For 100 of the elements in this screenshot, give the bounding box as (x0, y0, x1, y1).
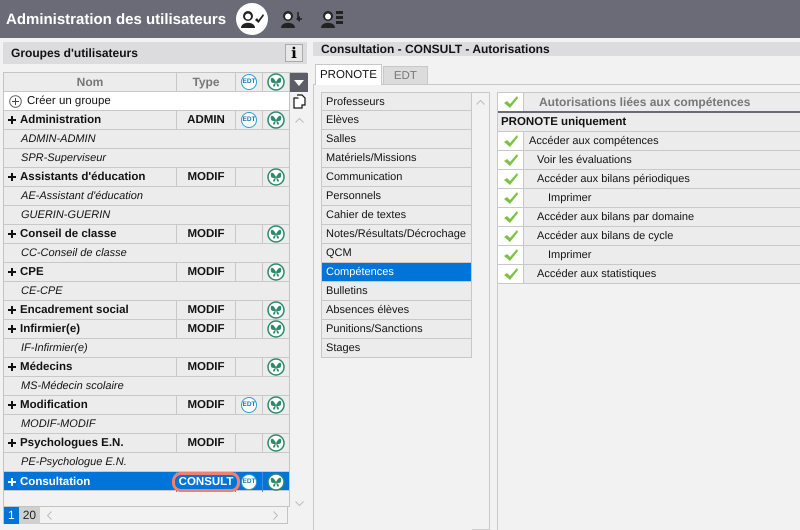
user-tool-button[interactable] (236, 3, 268, 35)
category-item[interactable]: Bulletins (321, 282, 472, 301)
panel-title: Groupes d'utilisateurs (11, 46, 138, 60)
member-row[interactable]: GUERIN-GUERIN (4, 206, 289, 225)
window-title: Administration des utilisateurs (6, 10, 226, 28)
category-item[interactable]: Salles (321, 130, 472, 149)
group-type: MODIF (187, 399, 225, 411)
permission-checkbox[interactable] (498, 151, 524, 169)
category-item[interactable]: Compétences (321, 263, 472, 282)
user-check-icon (239, 9, 266, 29)
column-header[interactable]: Nom (76, 75, 104, 89)
column-header: Autorisations liées aux compétences (538, 94, 750, 111)
check-icon (502, 191, 518, 205)
category-item[interactable]: Elèves (321, 111, 472, 130)
plus-icon (8, 325, 16, 333)
category-item[interactable]: Stages (321, 339, 472, 358)
butterfly-icon (267, 73, 285, 91)
column-header[interactable]: Type (192, 75, 220, 89)
plus-icon (8, 173, 16, 181)
member-row[interactable]: CE-CPE (4, 282, 289, 301)
group-row[interactable]: Médecins MODIF (4, 358, 289, 377)
permission-checkbox[interactable] (498, 208, 524, 226)
permission-label: Accéder aux bilans périodiques (536, 172, 690, 187)
group-row[interactable]: Assistants d'éducation MODIF (4, 168, 289, 187)
check-icon (502, 210, 518, 224)
category-item[interactable]: QCM (321, 244, 472, 263)
member-row[interactable]: IF-Infirmier(e) (4, 339, 289, 358)
group-row[interactable]: Psychologues E.N. MODIF (4, 434, 289, 453)
category-item[interactable]: Punitions/Sanctions (321, 320, 472, 339)
permission-checkbox[interactable] (498, 246, 524, 264)
permission-checkbox[interactable] (498, 227, 524, 245)
create-group-row[interactable]: Créer un groupe (4, 92, 289, 111)
page-button[interactable]: 1 (4, 506, 19, 524)
scroll-up-icon[interactable] (294, 117, 304, 123)
group-row[interactable]: Conseil de classe MODIF (4, 225, 289, 244)
highlighted-type-label: CONSULT (172, 472, 240, 492)
copy-icon[interactable] (292, 94, 306, 109)
group-name: Assistants d'éducation (20, 171, 146, 183)
permission-label: Accéder aux bilans par domaine (536, 210, 694, 225)
check-icon (502, 172, 518, 186)
category-item[interactable]: Personnels (321, 187, 472, 206)
info-button[interactable]: i (285, 44, 303, 62)
member-row[interactable]: CC-Conseil de classe (4, 244, 289, 263)
scroll-right-icon[interactable] (273, 510, 279, 520)
group-row[interactable]: CPE MODIF (4, 263, 289, 282)
permission-checkbox[interactable] (498, 170, 524, 188)
category-item[interactable]: Professeurs (321, 92, 472, 111)
tab[interactable]: PRONOTE (315, 64, 382, 85)
check-icon (502, 229, 518, 243)
group-name: CPE (20, 266, 44, 278)
category-item[interactable]: Communication (321, 168, 472, 187)
group-name: Modification (20, 399, 88, 411)
permission-label: Accéder aux compétences (528, 134, 659, 149)
category-item[interactable]: Matériels/Missions (321, 149, 472, 168)
check-icon (502, 153, 518, 167)
plus-icon (8, 306, 16, 314)
permission-label: Accéder aux statistiques (536, 267, 656, 282)
plus-icon (8, 363, 16, 371)
check-icon (502, 95, 518, 109)
permission-label: Voir les évaluations (536, 153, 632, 168)
plus-icon (8, 230, 16, 238)
plus-icon (8, 439, 16, 447)
scroll-up-icon[interactable] (476, 99, 485, 105)
dropdown-button[interactable] (290, 73, 308, 92)
group-row[interactable]: Encadrement social MODIF (4, 301, 289, 320)
member-row[interactable]: PE-Psychologue E.N. (4, 453, 289, 472)
group-type: MODIF (187, 171, 225, 183)
member-row[interactable]: AE-Assistant d'éducation (4, 187, 289, 206)
caret-down-icon (294, 80, 304, 86)
permission-checkbox[interactable] (498, 93, 524, 111)
panel-title: Consultation - CONSULT - Autorisations (321, 42, 550, 56)
permission-checkbox[interactable] (498, 132, 524, 150)
category-item[interactable]: Notes/Résultats/Décrochage (321, 225, 472, 244)
category-item[interactable]: Absences élèves (321, 301, 472, 320)
member-row[interactable]: MS-Médecin scolaire (4, 377, 289, 396)
group-name: Consultation (20, 476, 90, 488)
member-row[interactable]: MODIF-MODIF (4, 415, 289, 434)
category-item[interactable]: Cahier de textes (321, 206, 472, 225)
plus-icon (8, 478, 16, 486)
group-name: Administration (20, 114, 102, 126)
scroll-left-icon[interactable] (46, 510, 52, 520)
group-type: MODIF (187, 266, 225, 278)
plus-icon (8, 268, 16, 276)
group-type: ADMIN (187, 114, 225, 126)
check-icon (502, 248, 518, 262)
member-row[interactable]: ADMIN-ADMIN (4, 130, 289, 149)
permission-checkbox[interactable] (498, 265, 524, 283)
group-name: Conseil de classe (20, 228, 117, 240)
member-row[interactable]: SPR-Superviseur (4, 149, 289, 168)
group-row[interactable]: Infirmier(e) MODIF (4, 320, 289, 339)
plus-icon (8, 401, 16, 409)
plus-icon (8, 116, 16, 124)
scroll-down-icon[interactable] (294, 501, 304, 507)
page-button[interactable]: 20 (18, 506, 40, 524)
create-group-label: Créer un groupe (27, 95, 111, 107)
add-circle-icon (9, 94, 22, 108)
permission-checkbox[interactable] (498, 189, 524, 207)
group-name: Psychologues E.N. (20, 437, 124, 449)
permission-label: Imprimer (547, 248, 592, 263)
check-icon (502, 134, 518, 148)
